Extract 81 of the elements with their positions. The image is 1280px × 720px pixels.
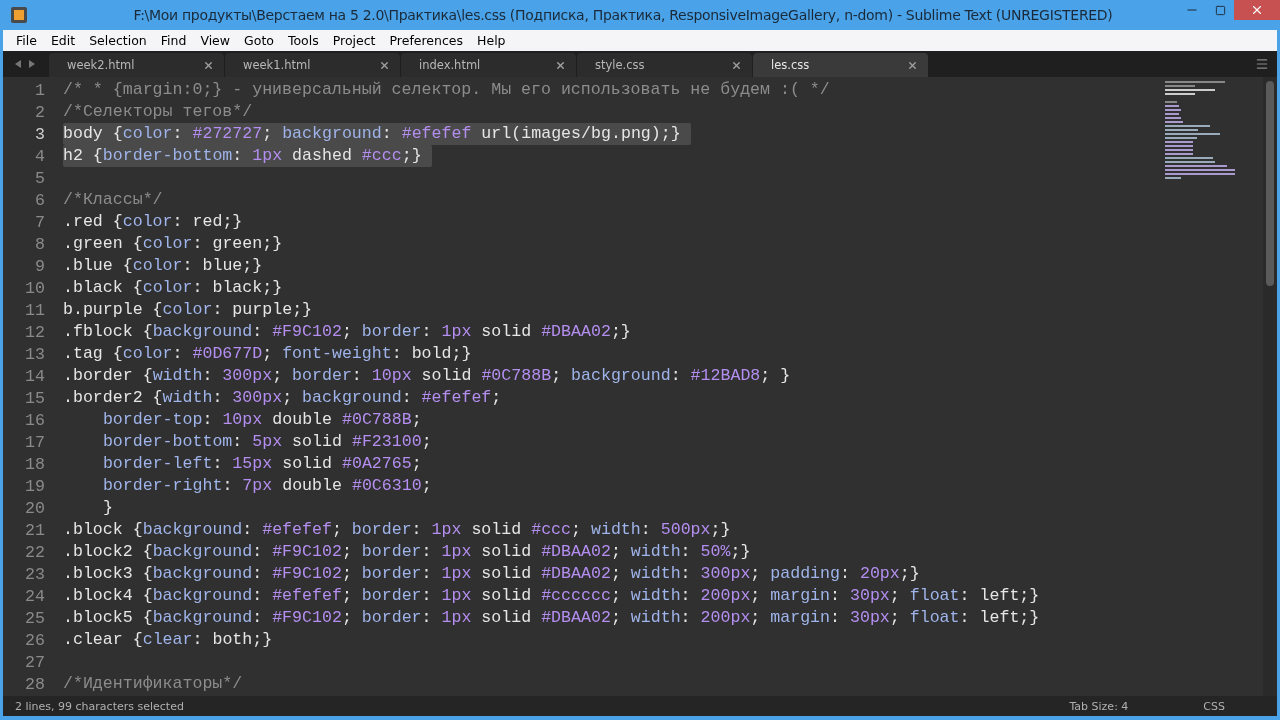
line-number: 19 [24,476,45,496]
tab-size-status[interactable]: Tab Size: 4 [1069,699,1129,713]
line-number: 25 [24,608,45,628]
line-number: 14 [24,366,45,386]
code-line: .black {color: black;} [63,277,283,299]
code-line: .blue {color: blue;} [63,255,263,277]
menu-item[interactable]: Help [470,33,513,48]
selection-status: 2 lines, 99 characters selected [15,699,184,713]
code-line: /*Идентификаторы*/ [63,673,243,695]
code-line: .block3 {background: #F9C102; border: 1px solid #DBAA02; width: 300px; padding: 20px;} [63,563,920,585]
menu-item[interactable]: Selection [82,33,154,48]
menu-item[interactable]: Find [153,33,194,48]
code-line: .border {width: 300px; border: 10px solid #0C788B; background: #12BAD8; } [63,365,791,387]
menu-item[interactable]: Tools [280,33,326,48]
line-number: 7 [34,212,45,232]
line-number: 23 [24,564,45,584]
code-line: /*Классы*/ [63,189,163,211]
file-tab[interactable]: index.html [401,53,576,77]
code-line: .block {background: #efefef; border: 1px solid #ccc; width: 500px;} [63,519,731,541]
line-number: 11 [24,300,45,320]
code-line: .green {color: green;} [63,233,283,255]
line-number: 13 [24,344,45,364]
line-number: 17 [24,432,45,452]
code-line: border-left: 15px solid #0A2765; [101,453,422,475]
menu-icon[interactable] [1255,57,1269,71]
file-tab[interactable]: les.css [753,53,928,77]
menu-item[interactable]: Project [325,33,383,48]
close-icon [1250,3,1264,17]
line-number: 12 [24,322,45,342]
code-line: .block5 {background: #F9C102; border: 1px solid #DBAA02; width: 200px; margin: 30px; float: left;} [63,607,1040,629]
menu-item[interactable]: File [9,33,44,48]
menu-item[interactable]: Preferences [382,33,471,48]
line-number: 22 [24,542,45,562]
line-number: 27 [24,652,45,672]
line-number: 6 [34,190,45,210]
menu-item[interactable]: Goto [237,33,281,48]
line-number: 2 [34,102,45,122]
app-icon [10,6,28,24]
file-tab[interactable]: week1.html [225,53,400,77]
code-line: .red {color: red;} [63,211,243,233]
code-line: .tag {color: #0D677D; font-weight: bold;} [63,343,472,365]
code-line: b.purple {color: purple;} [63,299,313,321]
line-number: 16 [24,410,45,430]
code-line: border-right: 7px double #0C6310; [101,475,432,497]
close-icon[interactable] [379,59,390,71]
code-line: /*Селекторы тегов*/ [63,101,253,123]
line-number: 15 [24,388,45,408]
code-line: border-bottom: 5px solid #F23100; [101,431,432,453]
line-number: 4 [34,146,45,166]
menu-item[interactable]: View [193,33,238,48]
line-number: 9 [34,256,45,276]
menu-item[interactable]: Edit [43,33,83,48]
syntax-status[interactable]: CSS [1203,699,1225,713]
code-line: /* * {margin:0;} - универсальный селектор. Мы его использовать не будем :( */ [63,79,830,101]
code-line: .block4 {background: #efefef; border: 1px solid #cccccc; width: 200px; margin: 30px; float: left;} [63,585,1040,607]
line-number: 21 [24,520,45,540]
line-number: 24 [24,586,45,606]
close-icon[interactable] [907,59,918,71]
code-line: } [101,497,113,519]
file-tab[interactable]: style.css [577,53,752,77]
scrollbar-thumb[interactable] [1266,81,1274,286]
close-icon[interactable] [203,59,214,71]
code-line: .block2 {background: #F9C102; border: 1px solid #DBAA02; width: 50%;} [63,541,751,563]
close-icon[interactable] [731,59,742,71]
line-number: 10 [24,278,45,298]
code-line: border-top: 10px double #0C788B; [101,409,422,431]
code-line: .clear {clear: both;} [63,629,273,651]
line-number: 26 [24,630,45,650]
line-number: 3 [34,124,45,144]
line-number: 28 [24,674,45,694]
close-icon[interactable] [555,59,566,71]
window-title: F:\Мои продукты\Верстаем на 5 2.0\Практика\les.css (Подписка, Практика, ResponsiveImageGallery, n-dom) - Sublime Text (UNREGISTERED) [132,7,1114,23]
line-number: 8 [34,234,45,254]
line-number: 18 [24,454,45,474]
line-number: 1 [34,80,45,100]
line-number: 20 [24,498,45,518]
file-tab[interactable]: week2.html [49,53,224,77]
line-number: 5 [34,168,45,188]
code-line: .border2 {width: 300px; background: #efefef; [63,387,502,409]
code-line: .fblock {background: #F9C102; border: 1px solid #DBAA02;} [63,321,631,343]
maximize-icon [1214,4,1226,16]
